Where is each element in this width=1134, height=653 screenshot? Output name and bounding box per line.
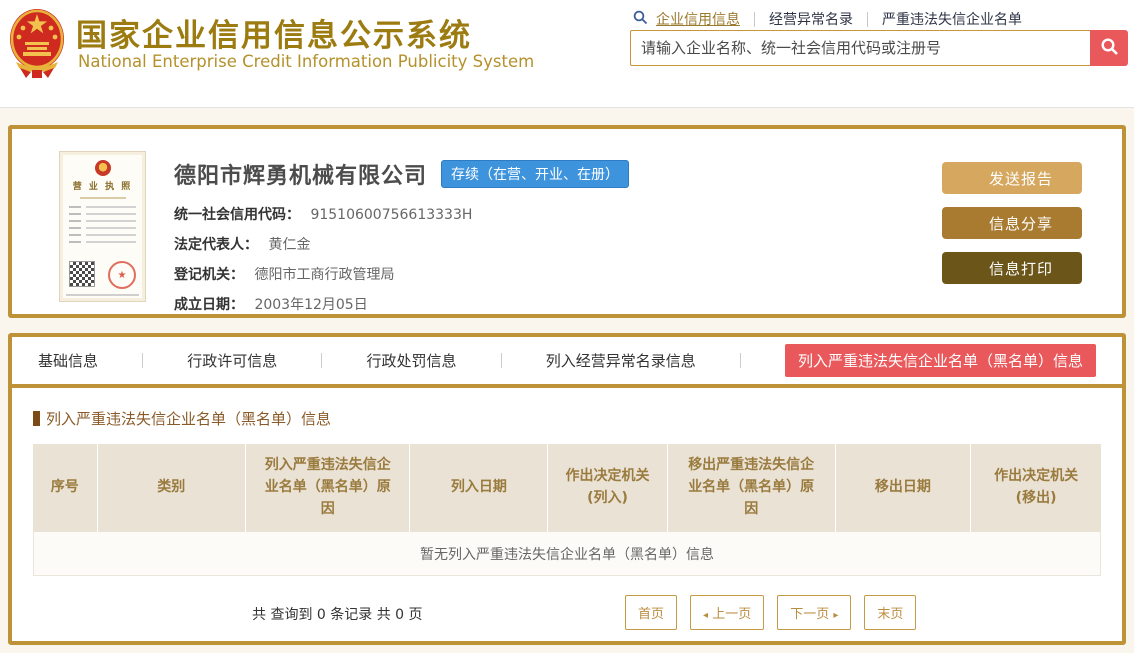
table-header-row: 序号 类别 列入严重违法失信企业名单（黑名单）原因 列入日期 作出决定机关 (列… xyxy=(33,444,1101,532)
col-header-deciding-authority-out: 作出决定机关 (移出) xyxy=(970,444,1101,532)
field-value: 德阳市工商行政管理局 xyxy=(254,267,395,283)
search-button[interactable] xyxy=(1090,30,1128,66)
license-text-line xyxy=(69,220,136,222)
field-value: 2003年12月05日 xyxy=(254,297,368,313)
search-button-icon xyxy=(1100,37,1119,59)
col-header-inclusion-reason: 列入严重违法失信企业名单（黑名单）原因 xyxy=(245,444,410,532)
search-input[interactable] xyxy=(630,30,1090,66)
site-header: 国家企业信用信息公示系统 National Enterprise Credit … xyxy=(0,0,1134,108)
tab-content: 列入严重违法失信企业名单（黑名单）信息 序号 类别 列入严重违法失信企业名单（黑… xyxy=(12,388,1122,641)
license-text-line xyxy=(66,294,139,296)
tab-administrative-penalty[interactable]: 行政处罚信息 xyxy=(366,350,456,371)
tab-separator xyxy=(500,353,502,368)
tab-basic-info[interactable]: 基础信息 xyxy=(38,350,98,371)
tab-bar: 基础信息 行政许可信息 行政处罚信息 列入经营异常名录信息 列入严重违法失信企业… xyxy=(12,337,1122,388)
top-nav: 企业信用信息 经营异常名录 严重违法失信企业名单 xyxy=(633,9,1022,29)
field-credit-code: 统一社会信用代码： 91510600756613333H xyxy=(174,204,629,224)
nav-link-serious-violations[interactable]: 严重违法失信企业名单 xyxy=(882,9,1022,29)
prev-arrow-icon: ◂ xyxy=(703,610,709,621)
col-header-index: 序号 xyxy=(33,444,98,532)
next-arrow-icon: ▸ xyxy=(833,610,839,621)
field-label: 成立日期： xyxy=(174,297,244,313)
nav-link-enterprise-credit[interactable]: 企业信用信息 xyxy=(656,9,740,29)
company-info: 德阳市辉勇机械有限公司 存续（在营、开业、在册） 统一社会信用代码： 91510… xyxy=(174,158,630,324)
company-summary-card: 营 业 执 照 ★ 德阳市辉勇机械有限公司 存续（在营、开业、在册） 统一社会信… xyxy=(8,125,1126,318)
field-label: 法定代表人： xyxy=(174,237,258,253)
detail-card: 基础信息 行政许可信息 行政处罚信息 列入经营异常名录信息 列入严重违法失信企业… xyxy=(8,333,1126,645)
license-text-line xyxy=(69,213,136,215)
pagination: 共 查询到 0 条记录 共 0 页 首页 ◂ 上一页 下一页 ▸ 末页 xyxy=(33,595,1101,641)
page-body: 营 业 执 照 ★ 德阳市辉勇机械有限公司 存续（在营、开业、在册） 统一社会信… xyxy=(0,108,1134,653)
field-label: 统一社会信用代码： xyxy=(174,207,300,223)
national-emblem-logo xyxy=(8,6,66,84)
tab-abnormal-operations-list[interactable]: 列入经营异常名录信息 xyxy=(546,350,696,371)
status-badge: 存续（在营、开业、在册） xyxy=(441,160,630,188)
field-label: 登记机关： xyxy=(174,267,244,283)
nav-link-abnormal-operations[interactable]: 经营异常名录 xyxy=(769,9,853,29)
license-text-line xyxy=(69,227,136,229)
section-title-marker xyxy=(33,411,40,426)
company-fields: 统一社会信用代码： 91510600756613333H 法定代表人： 黄仁金 … xyxy=(174,204,629,314)
col-header-deciding-authority-in: 作出决定机关 (列入) xyxy=(547,444,668,532)
pagination-buttons: 首页 ◂ 上一页 下一页 ▸ 末页 xyxy=(625,595,917,630)
send-report-button[interactable]: 发送报告 xyxy=(942,162,1082,194)
red-seal-icon: ★ xyxy=(108,261,136,289)
company-name: 德阳市辉勇机械有限公司 xyxy=(174,164,428,189)
license-bottom: ★ xyxy=(69,259,136,289)
license-emblem-icon xyxy=(94,160,111,176)
col-header-category: 类别 xyxy=(96,444,246,532)
nav-separator xyxy=(867,11,868,27)
field-value: 91510600756613333H xyxy=(310,207,473,223)
tab-separator xyxy=(321,353,323,368)
tab-separator xyxy=(142,353,144,368)
nav-separator xyxy=(754,11,755,27)
field-establishment-date: 成立日期： 2003年12月05日 xyxy=(174,294,629,314)
business-license-thumbnail[interactable]: 营 业 执 照 ★ xyxy=(59,151,146,302)
tab-administrative-licensing[interactable]: 行政许可信息 xyxy=(187,350,277,371)
col-header-removal-reason: 移出严重违法失信企业名单（黑名单）原因 xyxy=(666,444,836,532)
field-value: 黄仁金 xyxy=(268,237,311,253)
field-legal-representative: 法定代表人： 黄仁金 xyxy=(174,234,629,254)
blacklist-table: 序号 类别 列入严重违法失信企业名单（黑名单）原因 列入日期 作出决定机关 (列… xyxy=(33,444,1101,532)
site-title-chinese: 国家企业信用信息公示系统 xyxy=(76,18,472,54)
prev-page-button[interactable]: ◂ 上一页 xyxy=(690,595,765,630)
table-empty-message: 暂无列入严重违法失信企业名单（黑名单）信息 xyxy=(33,532,1101,576)
first-page-button[interactable]: 首页 xyxy=(625,595,678,630)
pagination-summary: 共 查询到 0 条记录 共 0 页 xyxy=(252,607,423,623)
company-actions: 发送报告 信息分享 信息打印 xyxy=(942,162,1082,284)
license-text-line xyxy=(79,197,126,199)
search-icon xyxy=(633,10,648,29)
col-header-inclusion-date: 列入日期 xyxy=(409,444,548,532)
license-title: 营 业 执 照 xyxy=(72,182,133,192)
next-page-button[interactable]: 下一页 ▸ xyxy=(777,595,852,630)
last-page-button[interactable]: 末页 xyxy=(864,595,917,630)
field-registration-authority: 登记机关： 德阳市工商行政管理局 xyxy=(174,264,629,284)
license-text-line xyxy=(69,234,136,236)
share-info-button[interactable]: 信息分享 xyxy=(942,207,1082,239)
search-bar xyxy=(630,30,1128,66)
tab-separator xyxy=(739,353,741,368)
section-title: 列入严重违法失信企业名单（黑名单）信息 xyxy=(33,408,1101,429)
print-info-button[interactable]: 信息打印 xyxy=(942,252,1082,284)
col-header-removal-date: 移出日期 xyxy=(834,444,971,532)
site-title-english: National Enterprise Credit Information P… xyxy=(78,52,535,71)
license-text-line xyxy=(69,241,136,243)
qr-code-icon xyxy=(69,261,95,287)
license-text-line xyxy=(69,206,136,208)
tab-blacklist-info[interactable]: 列入严重违法失信企业名单（黑名单）信息 xyxy=(784,344,1096,377)
